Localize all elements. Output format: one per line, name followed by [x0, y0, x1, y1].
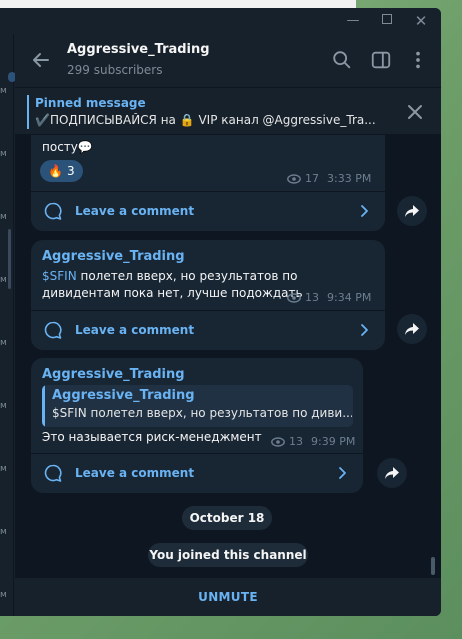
message-time: 3:33 PM: [327, 172, 372, 185]
channel-title[interactable]: Aggressive_Trading: [67, 42, 210, 57]
chevron-right-icon: [361, 324, 368, 336]
quote-author: Aggressive_Trading: [52, 388, 195, 403]
minimize-button[interactable]: —: [342, 12, 364, 30]
message-text: Это называется риск-менеджмент: [42, 430, 262, 444]
close-pinned-icon[interactable]: [405, 102, 425, 122]
quote-text: $SFIN полетел вверх, но результатов по д…: [52, 406, 352, 420]
sidebar-item-fragment[interactable]: м: [0, 401, 7, 411]
sidebar-scrollbar[interactable]: [8, 229, 11, 289]
sidebar-item-fragment[interactable]: м: [0, 212, 7, 222]
eye-icon: [287, 292, 301, 303]
date-separator: October 18: [182, 506, 272, 530]
sidebar-item-fragment[interactable]: м: [0, 275, 7, 285]
message-text: посту💬: [42, 140, 93, 154]
eye-icon: [271, 436, 285, 447]
unmute-button[interactable]: UNMUTE: [198, 590, 258, 604]
eye-icon: [287, 173, 301, 184]
titlebar: — ✕: [0, 8, 441, 34]
search-icon[interactable]: [331, 49, 353, 71]
forward-button[interactable]: [377, 458, 407, 488]
forward-button[interactable]: [397, 196, 427, 226]
more-options-icon[interactable]: [407, 49, 429, 71]
leave-comment-button[interactable]: Leave a comment: [31, 310, 385, 350]
reply-quote[interactable]: Aggressive_Trading $SFIN полетел вверх, …: [42, 385, 353, 427]
share-arrow-icon: [405, 323, 419, 335]
scrollbar-thumb[interactable]: [431, 557, 435, 575]
sidebar-item-fragment[interactable]: м: [0, 338, 7, 348]
message-bubble[interactable]: посту💬 🔥 3 17 3:33 PM Leave a comment: [31, 135, 385, 231]
reaction-count: 3: [66, 164, 75, 178]
comment-icon: [44, 321, 62, 339]
message-meta: 13 9:39 PM: [271, 435, 355, 448]
pinned-title: Pinned message: [35, 96, 146, 110]
unmute-bar[interactable]: UNMUTE: [15, 577, 441, 616]
message-time: 9:39 PM: [311, 435, 356, 448]
channel-header: Aggressive_Trading 299 subscribers: [15, 34, 441, 88]
pinned-text: ✔️ПОДПИСЫВАЙСЯ на 🔒 VIP канал @Aggressiv…: [35, 113, 376, 127]
message-body: полетел вверх, но результатов по дивиден…: [42, 269, 303, 300]
sidebar-item-fragment[interactable]: м: [0, 86, 7, 96]
share-arrow-icon: [405, 205, 419, 217]
sidebar-item-fragment[interactable]: м: [0, 590, 7, 600]
fire-emoji: 🔥: [48, 164, 63, 178]
maximize-button[interactable]: [376, 12, 398, 30]
comment-label: Leave a comment: [75, 323, 195, 337]
pinned-message-bar[interactable]: Pinned message ✔️ПОДПИСЫВАЙСЯ на 🔒 VIP к…: [15, 89, 441, 135]
message-area[interactable]: посту💬 🔥 3 17 3:33 PM Leave a comment Ag…: [15, 135, 441, 577]
comment-icon: [44, 464, 62, 482]
message-meta: 17 3:33 PM: [287, 172, 371, 185]
message-bubble[interactable]: Aggressive_Trading $SFIN полетел вверх, …: [31, 240, 385, 350]
leave-comment-button[interactable]: Leave a comment: [31, 191, 385, 231]
service-message: You joined this channel: [148, 543, 308, 567]
close-window-button[interactable]: ✕: [410, 12, 432, 30]
telegram-window: — ✕ м м м м м м м м м Aggressive_Trading 299 sub…: [0, 8, 441, 616]
back-arrow-icon[interactable]: [29, 48, 53, 72]
view-count: 13: [289, 435, 303, 448]
chat-scrollbar[interactable]: [431, 149, 435, 575]
pinned-accent-bar: [27, 95, 29, 129]
message-meta: 13 9:34 PM: [287, 291, 371, 304]
subscriber-count: 299 subscribers: [67, 63, 163, 77]
sidebar-item-fragment[interactable]: м: [0, 464, 7, 474]
chevron-right-icon: [361, 205, 368, 217]
chat-list-sidebar[interactable]: м м м м м м м м м: [0, 34, 16, 616]
cashtag-link[interactable]: $SFIN: [42, 269, 77, 283]
comment-label: Leave a comment: [75, 466, 195, 480]
reaction-badge[interactable]: 🔥 3: [40, 160, 83, 182]
view-count: 17: [305, 172, 319, 185]
chevron-right-icon: [339, 467, 346, 479]
quote-accent-bar: [42, 385, 45, 427]
message-author[interactable]: Aggressive_Trading: [42, 367, 185, 382]
view-count: 13: [305, 291, 319, 304]
sidebar-item-fragment[interactable]: м: [0, 149, 7, 159]
message-time: 9:34 PM: [327, 291, 372, 304]
comment-icon: [44, 202, 62, 220]
forward-button[interactable]: [397, 314, 427, 344]
comment-label: Leave a comment: [75, 204, 195, 218]
leave-comment-button[interactable]: Leave a comment: [31, 453, 363, 493]
message-author[interactable]: Aggressive_Trading: [42, 249, 185, 264]
message-bubble[interactable]: Aggressive_Trading Aggressive_Trading $S…: [31, 358, 363, 493]
sidebar-item-fragment[interactable]: м: [0, 527, 7, 537]
share-arrow-icon: [385, 467, 399, 479]
side-panel-icon[interactable]: [370, 49, 392, 71]
